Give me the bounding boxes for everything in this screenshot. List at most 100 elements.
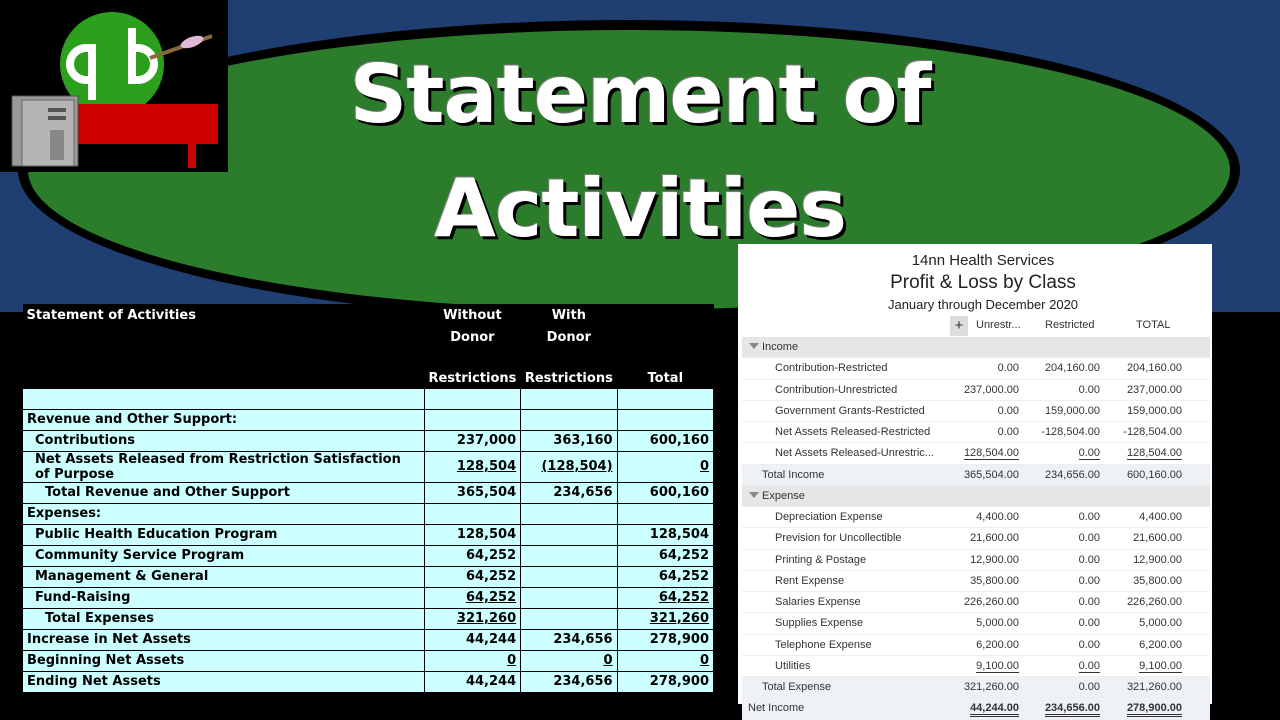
cell-value: 600,160 [616, 481, 715, 504]
report-column-headers: + Unrestr... Restricted TOTAL [950, 316, 1212, 336]
profit-loss-report: 14nn Health Services Profit & Loss by Cl… [738, 244, 1212, 720]
report-row[interactable]: Depreciation Expense 4,400.00 0.00 4,400.00 [742, 507, 1210, 529]
report-row[interactable]: Telephone Expense 6,200.00 0.00 6,200.00 [742, 635, 1210, 656]
row-label: Increase in Net Assets [22, 628, 425, 651]
row-label: Total Revenue and Other Support [22, 481, 425, 504]
cell-value: 234,656 [520, 628, 618, 651]
logo [0, 0, 228, 172]
table-row: Fund-Raising 64,252 64,252 [22, 586, 715, 609]
table-row: Total Expenses 321,260 321,260 [22, 607, 715, 630]
col-header-with-bottom: Restrictions [520, 348, 618, 388]
row-label: Management & General [22, 565, 425, 588]
black-strip [1212, 312, 1280, 720]
row-label: Community Service Program [22, 544, 425, 567]
cell-value: 44,244 [423, 670, 522, 693]
cell-value [520, 607, 618, 630]
table-title: Statement of Activities [22, 304, 425, 326]
cell-value: 278,900 [616, 628, 715, 651]
collapse-caret-icon[interactable] [749, 343, 759, 349]
collapse-caret-icon[interactable] [749, 491, 759, 498]
cell-value: 0 [423, 649, 522, 672]
report-row[interactable]: Government Grants-Restricted 0.00 159,000.… [742, 401, 1210, 422]
cell-value: 44,244 [423, 628, 522, 651]
section-expense[interactable]: Expense [742, 485, 1210, 507]
report-row[interactable]: Net Assets Released-Unrestric... 128,504.… [742, 443, 1210, 465]
report-period: January through December 2020 [887, 297, 1079, 312]
cell-value: 64,252 [616, 544, 715, 567]
row-label: Total Expenses [22, 607, 425, 630]
row-label: Expenses: [22, 502, 425, 525]
cell-value: (128,504) [520, 450, 618, 483]
report-row-net-income[interactable]: Net Income 44,244.00 234,656.00 278,900.00 [742, 698, 1210, 720]
row-label: Beginning Net Assets [22, 649, 425, 672]
report-row[interactable]: Net Assets Released-Restricted 0.00 -128,5… [742, 422, 1210, 444]
row-label: Public Health Education Program [22, 523, 425, 546]
report-row[interactable]: Rent Expense 35,800.00 0.00 35,800.00 [742, 571, 1210, 592]
cell-value [520, 586, 618, 609]
cell-value [520, 565, 618, 588]
section-income[interactable]: Income [742, 337, 1210, 359]
report-rows: Income Contribution-Restricted 0.00 204,16… [742, 337, 1210, 720]
quickbooks-logo-icon [0, 0, 228, 172]
col-header-without-mid: Donor [424, 326, 521, 348]
row-label: Net Assets Released from Restriction Sat… [22, 450, 425, 483]
cell-value: 363,160 [520, 429, 618, 452]
table-row: Revenue and Other Support: [22, 408, 715, 431]
table-row: Public Health Education Program 128,504 … [22, 523, 715, 546]
table-row: Net Assets Released from Restriction Sat… [22, 450, 715, 483]
col-header-restricted[interactable]: Restricted [1045, 319, 1095, 331]
cell-value: 234,656 [520, 481, 618, 504]
table-row: Increase in Net Assets 44,244 234,656 27… [22, 628, 715, 651]
report-row-total[interactable]: Total Income 365,504.00 234,656.00 600,160.… [742, 464, 1210, 486]
table-row: Community Service Program 64,252 64,252 [22, 544, 715, 567]
col-header-with-top: With [520, 304, 618, 326]
cell-value: 128,504 [616, 523, 715, 546]
col-header-with-mid: Donor [520, 326, 618, 348]
report-row[interactable]: Utilities 9,100.00 0.00 9,100.00 [742, 656, 1210, 677]
table-row: Total Revenue and Other Support 365,504 … [22, 481, 715, 504]
report-row-total[interactable]: Total Expense 321,260.00 0.00 321,260.00 [742, 677, 1210, 699]
col-header-unrestricted[interactable]: Unrestr... [976, 319, 1021, 331]
cell-value [520, 544, 618, 567]
cell-value: 0 [616, 450, 715, 483]
cell-value: 128,504 [423, 523, 522, 546]
report-row[interactable]: Prevision for Uncollectible 21,600.00 0.00… [742, 528, 1210, 550]
col-header-total[interactable]: TOTAL [1136, 319, 1170, 331]
row-label: Revenue and Other Support: [22, 408, 425, 431]
cell-value: 0 [520, 649, 618, 672]
table-row: Ending Net Assets 44,244 234,656 278,900 [22, 670, 715, 693]
cell-value: 0 [616, 649, 715, 672]
report-row[interactable]: Contribution-Restricted 0.00 204,160.00 204… [742, 358, 1210, 380]
cell-value: 234,656 [520, 670, 618, 693]
table-row: Management & General 64,252 64,252 [22, 565, 715, 588]
row-label: Contributions [22, 429, 425, 452]
cell-value: 321,260 [423, 607, 522, 630]
report-row[interactable]: Salaries Expense 226,260.00 0.00 226,260.00 [742, 592, 1210, 614]
report-title: Profit & Loss by Class [890, 272, 1076, 293]
col-header-without-bottom: Restrictions [424, 348, 521, 388]
slide-title-line-2: Activities [433, 162, 847, 255]
cell-value: 128,504 [423, 450, 522, 483]
cell-value: 237,000 [423, 429, 522, 452]
cell-value: 64,252 [616, 565, 715, 588]
cell-value: 321,260 [616, 607, 715, 630]
table-row: Contributions 237,000 363,160 600,160 [22, 429, 715, 452]
report-row[interactable]: Supplies Expense 5,000.00 0.00 5,000.00 [742, 613, 1210, 635]
cell-value [520, 523, 618, 546]
cell-value: 64,252 [423, 586, 522, 609]
report-company: 14nn Health Services [911, 252, 1055, 269]
report-row[interactable]: Printing & Postage 12,900.00 0.00 12,900.00 [742, 550, 1210, 571]
table-row: Expenses: [22, 502, 715, 525]
report-row[interactable]: Contribution-Unrestricted 237,000.00 0.00 2… [742, 380, 1210, 401]
statement-of-activities-table: Statement of Activities Without With Don… [22, 304, 715, 693]
cell-value: 64,252 [423, 544, 522, 567]
table-row: Beginning Net Assets 0 0 0 [22, 649, 715, 672]
cell-value: 64,252 [423, 565, 522, 588]
cell-value: 278,900 [616, 670, 715, 693]
cell-value: 365,504 [423, 481, 522, 504]
row-label: Fund-Raising [22, 586, 425, 609]
cell-value: 64,252 [616, 586, 715, 609]
col-header-without-top: Without [424, 304, 521, 326]
add-column-button[interactable]: + [950, 316, 968, 336]
col-header-total: Total [617, 348, 714, 388]
